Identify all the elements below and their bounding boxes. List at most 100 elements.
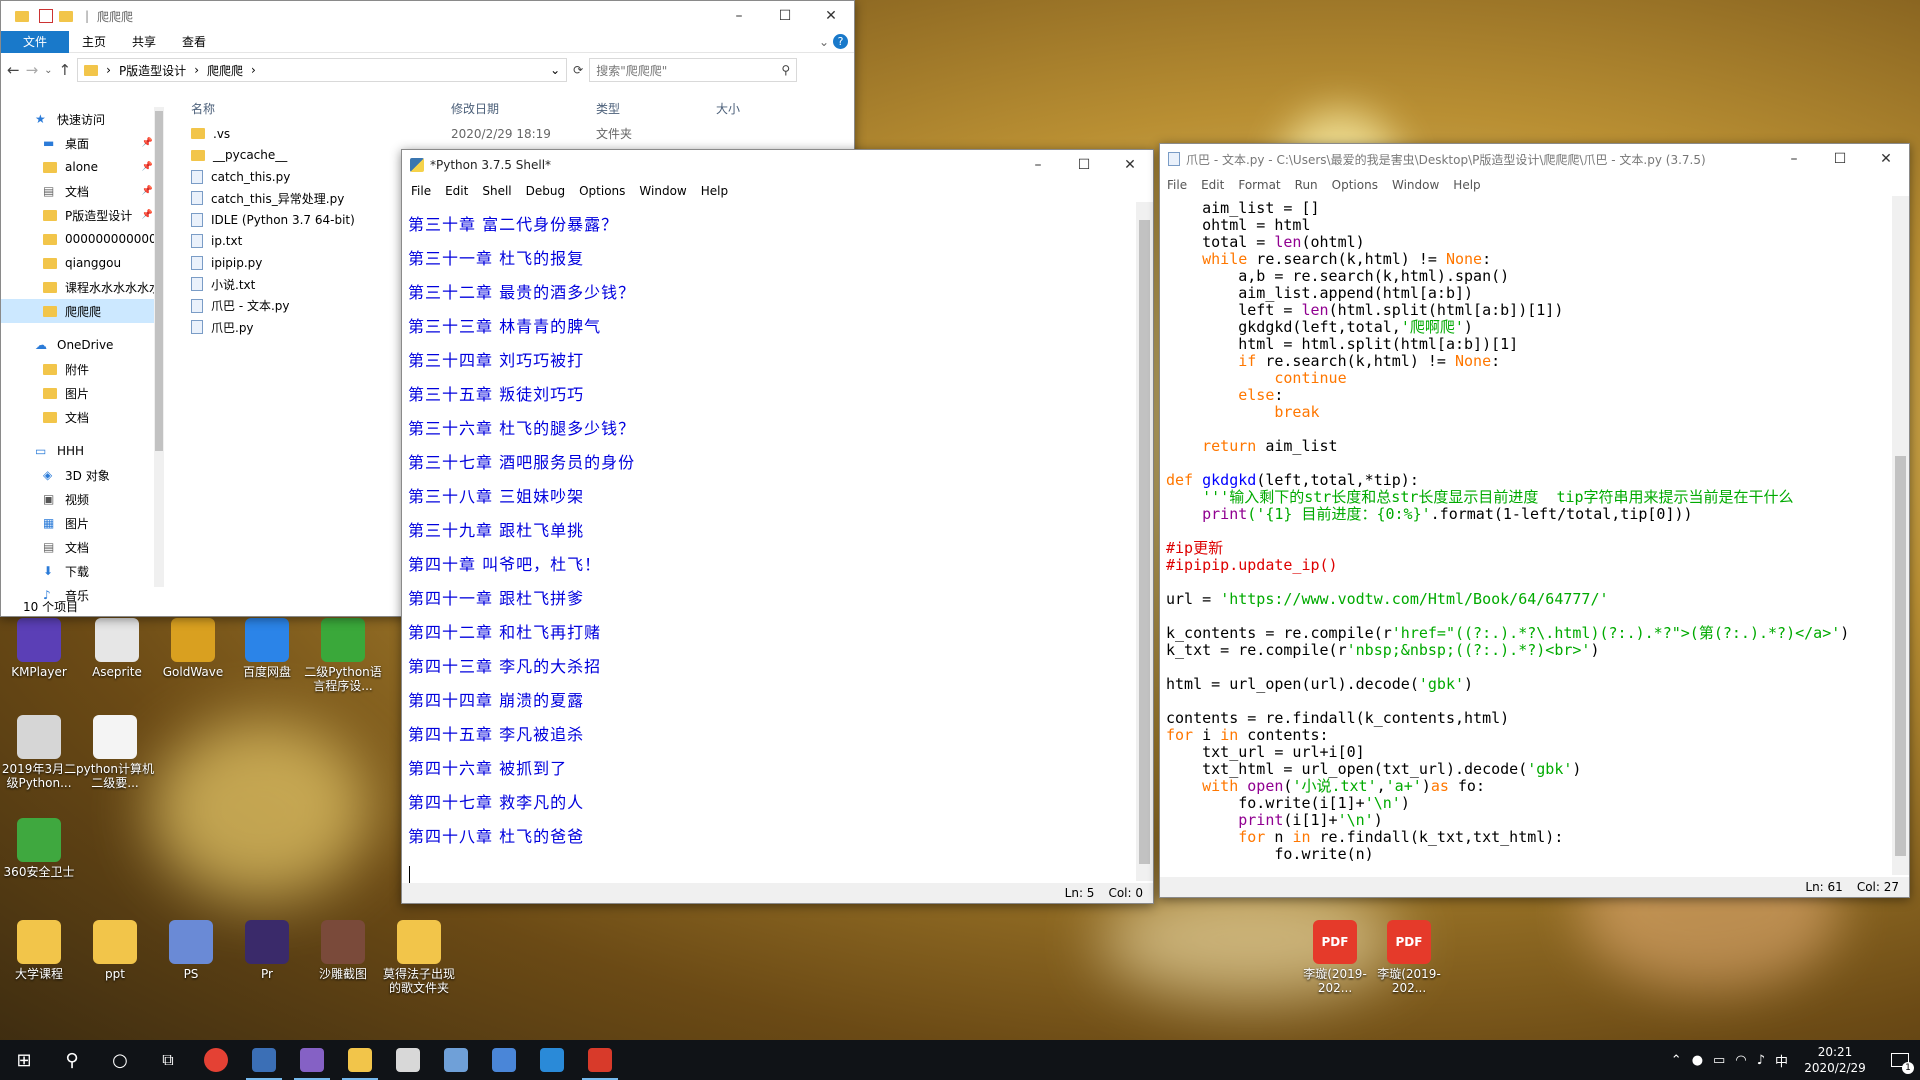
code-editor[interactable]: aim_list = [] ohtml = html total = len(o… bbox=[1166, 200, 1887, 875]
desktop-icon[interactable]: Aseprite bbox=[78, 618, 156, 679]
file-row[interactable]: .vs 2020/2/29 18:19 文件夹 bbox=[181, 123, 854, 145]
desktop-icon[interactable]: 二级Python语言程序设... bbox=[304, 618, 382, 693]
taskbar-start[interactable]: ⊞ bbox=[0, 1040, 48, 1080]
folder-icon[interactable] bbox=[59, 10, 73, 22]
taskbar-file-explorer[interactable] bbox=[336, 1040, 384, 1080]
editor-scrollbar[interactable] bbox=[1892, 196, 1909, 875]
nav-item[interactable]: 000000000000 bbox=[1, 227, 161, 251]
volume-icon[interactable]: ♪ bbox=[1757, 1053, 1765, 1068]
desktop-icon[interactable]: 百度网盘 bbox=[228, 618, 306, 679]
app-tray-icon[interactable]: ● bbox=[1692, 1053, 1703, 1068]
taskbar-netease[interactable] bbox=[576, 1040, 624, 1080]
menu-shell[interactable]: Shell bbox=[475, 184, 518, 198]
tab-file[interactable]: 文件 bbox=[1, 30, 70, 53]
expand-ribbon-icon[interactable]: ⌄ bbox=[815, 31, 833, 53]
up-icon[interactable]: ↑ bbox=[59, 61, 72, 79]
nav-item[interactable]: 文档 bbox=[1, 405, 161, 429]
desktop-icon[interactable]: KMPlayer bbox=[0, 618, 78, 679]
pin-icon[interactable]: 📌 bbox=[142, 210, 153, 220]
desktop-icon[interactable]: Pr bbox=[228, 920, 306, 981]
maximize-button[interactable]: ☐ bbox=[1061, 150, 1107, 180]
shell-output[interactable]: 第三十章 富二代身份暴露？ 第三十一章 杜飞的报复 第三十二章 最贵的酒多少钱？ 第三… bbox=[408, 208, 1129, 877]
address-bar[interactable]: › P版造型设计 › 爬爬爬 › ⌄ bbox=[77, 58, 568, 82]
close-button[interactable]: ✕ bbox=[808, 1, 854, 31]
recent-icon[interactable]: ⌄ bbox=[44, 65, 52, 76]
pin-icon[interactable]: 📌 bbox=[142, 162, 153, 172]
battery-icon[interactable]: ▭ bbox=[1713, 1053, 1725, 1068]
minimize-button[interactable]: – bbox=[1771, 144, 1817, 174]
nav-item[interactable]: alone 📌 bbox=[1, 155, 161, 179]
menu-options[interactable]: Options bbox=[572, 184, 632, 198]
menu-format[interactable]: Format bbox=[1231, 178, 1287, 192]
nav-item[interactable]: ▦ 图片 bbox=[1, 511, 161, 535]
nav-item[interactable]: qianggou bbox=[1, 251, 161, 275]
refresh-icon[interactable]: ⟳ bbox=[573, 63, 583, 77]
menu-window[interactable]: Window bbox=[632, 184, 693, 198]
pin-icon[interactable]: 📌 bbox=[142, 186, 153, 196]
dropdown-icon[interactable]: ⌄ bbox=[550, 63, 560, 77]
forward-icon[interactable]: → bbox=[26, 61, 39, 79]
nav-item[interactable]: ▣ 视频 bbox=[1, 487, 161, 511]
desktop-icon[interactable]: 大学课程 bbox=[0, 920, 78, 981]
nav-item[interactable]: 爬爬爬 bbox=[1, 299, 161, 323]
tab-share[interactable]: 共享 bbox=[119, 31, 169, 53]
desktop-icon[interactable]: PS bbox=[152, 920, 230, 981]
nav-item[interactable]: ▤ 文档 bbox=[1, 535, 161, 559]
close-button[interactable]: ✕ bbox=[1863, 144, 1909, 174]
column-type[interactable]: 类型 bbox=[586, 100, 706, 117]
menu-edit[interactable]: Edit bbox=[438, 184, 475, 198]
nav-item[interactable]: ▤ 文档 📌 bbox=[1, 179, 161, 203]
tab-home[interactable]: 主页 bbox=[69, 31, 119, 53]
desktop-icon[interactable]: GoldWave bbox=[154, 618, 232, 679]
taskbar-taskview[interactable]: ⧉ bbox=[144, 1040, 192, 1080]
menu-options[interactable]: Options bbox=[1325, 178, 1385, 192]
taskbar-visual-studio[interactable] bbox=[288, 1040, 336, 1080]
desktop-icon[interactable]: python计算机二级要... bbox=[76, 715, 154, 790]
editor-titlebar[interactable]: 爪巴 - 文本.py - C:\Users\最爱的我是害虫\Desktop\P版… bbox=[1160, 144, 1909, 174]
chevron-up-icon[interactable]: ⌃ bbox=[1671, 1053, 1682, 1068]
minimize-button[interactable]: – bbox=[1015, 150, 1061, 180]
shell-titlebar[interactable]: *Python 3.7.5 Shell* – ☐ ✕ bbox=[402, 150, 1153, 180]
column-date[interactable]: 修改日期 bbox=[441, 100, 586, 117]
wifi-icon[interactable]: ◠ bbox=[1735, 1053, 1746, 1068]
menu-file[interactable]: File bbox=[1160, 178, 1194, 192]
help-icon[interactable]: ? bbox=[833, 34, 848, 49]
menu-file[interactable]: File bbox=[404, 184, 438, 198]
minimize-button[interactable]: – bbox=[716, 1, 762, 31]
nav-item[interactable]: ▬ 桌面 📌 bbox=[1, 131, 161, 155]
menu-run[interactable]: Run bbox=[1288, 178, 1325, 192]
nav-item[interactable]: ★ 快速访问 bbox=[1, 107, 161, 131]
taskbar-tool[interactable] bbox=[432, 1040, 480, 1080]
nav-item[interactable]: ◈ 3D 对象 bbox=[1, 463, 161, 487]
close-button[interactable]: ✕ bbox=[1107, 150, 1153, 180]
nav-item[interactable]: 附件 bbox=[1, 357, 161, 381]
desktop-icon[interactable]: 2019年3月二级Python... bbox=[0, 715, 78, 790]
tab-view[interactable]: 查看 bbox=[169, 31, 219, 53]
search-input[interactable]: 搜索"爬爬爬" ⚲ bbox=[589, 58, 798, 82]
nav-item[interactable]: 课程水水水水水水 bbox=[1, 275, 161, 299]
nav-item[interactable]: ▭ HHH bbox=[1, 439, 161, 463]
menu-window[interactable]: Window bbox=[1385, 178, 1446, 192]
desktop-icon[interactable]: 沙雕截图 bbox=[304, 920, 382, 981]
pin-icon[interactable]: 📌 bbox=[142, 138, 153, 148]
menu-debug[interactable]: Debug bbox=[519, 184, 572, 198]
menu-help[interactable]: Help bbox=[1446, 178, 1487, 192]
taskbar-ve[interactable] bbox=[528, 1040, 576, 1080]
taskbar-paint[interactable] bbox=[384, 1040, 432, 1080]
taskbar-cortana[interactable]: ○ bbox=[96, 1040, 144, 1080]
nav-item[interactable]: P版造型设计 📌 bbox=[1, 203, 161, 227]
desktop-icon[interactable]: ppt bbox=[76, 920, 154, 981]
clock[interactable]: 20:21 2020/2/29 bbox=[1800, 1044, 1870, 1076]
desktop-icon[interactable]: PDF 李璇(2019-202... bbox=[1296, 920, 1374, 995]
breadcrumb-item[interactable]: 爬爬爬 bbox=[207, 62, 243, 79]
back-icon[interactable]: ← bbox=[7, 61, 20, 79]
maximize-button[interactable]: ☐ bbox=[1817, 144, 1863, 174]
taskbar-idle[interactable] bbox=[240, 1040, 288, 1080]
breadcrumb-item[interactable]: P版造型设计 bbox=[119, 62, 186, 79]
column-size[interactable]: 大小 bbox=[706, 100, 806, 117]
desktop-icon[interactable]: PDF 李璇(2019-202... bbox=[1370, 920, 1448, 995]
menu-help[interactable]: Help bbox=[694, 184, 735, 198]
taskbar-network[interactable] bbox=[480, 1040, 528, 1080]
check-icon[interactable] bbox=[39, 9, 53, 23]
taskbar-chrome[interactable] bbox=[192, 1040, 240, 1080]
